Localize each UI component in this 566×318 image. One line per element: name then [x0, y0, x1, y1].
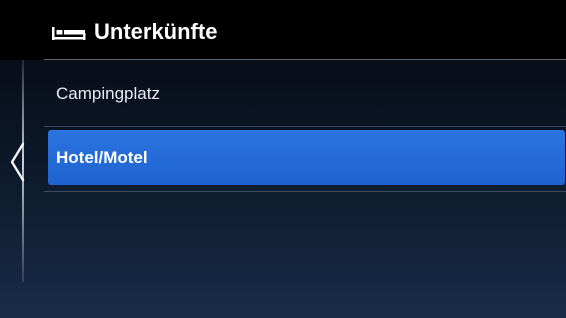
page-title: Unterkünfte	[94, 19, 218, 44]
header-bar: Unterkünfte	[0, 0, 566, 60]
list-divider	[44, 126, 566, 127]
header-divider	[44, 59, 566, 60]
list-item-hotel-motel[interactable]: Hotel/Motel	[48, 130, 565, 185]
list-item-label: Campingplatz	[56, 84, 160, 103]
list-divider	[44, 191, 566, 192]
chevron-left-icon	[6, 142, 28, 188]
list-item-label: Hotel/Motel	[56, 147, 148, 167]
accommodations-screen: Unterkünfte Campingplatz Hotel/Motel	[0, 0, 566, 318]
list-item-campground[interactable]: Campingplatz	[44, 63, 566, 125]
bed-icon	[52, 27, 86, 46]
back-button[interactable]	[6, 140, 28, 184]
